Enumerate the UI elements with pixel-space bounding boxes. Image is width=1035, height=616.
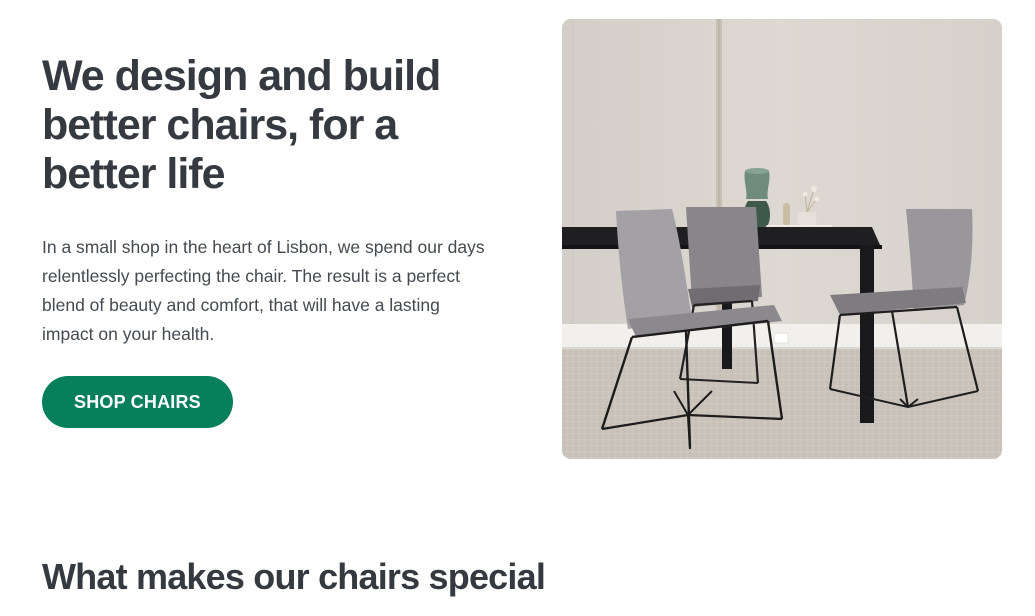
hero-description: In a small shop in the heart of Lisbon, …	[42, 237, 485, 344]
dining-room-illustration	[562, 19, 1002, 459]
hero-text-block: We design and build better chairs, for a…	[42, 52, 502, 428]
hero-section: We design and build better chairs, for a…	[0, 0, 1035, 470]
hero-image	[562, 19, 1002, 459]
features-heading: What makes our chairs special	[42, 556, 546, 597]
shop-chairs-button[interactable]: SHOP CHAIRS	[42, 376, 233, 428]
hero-title: We design and build better chairs, for a…	[42, 52, 441, 198]
